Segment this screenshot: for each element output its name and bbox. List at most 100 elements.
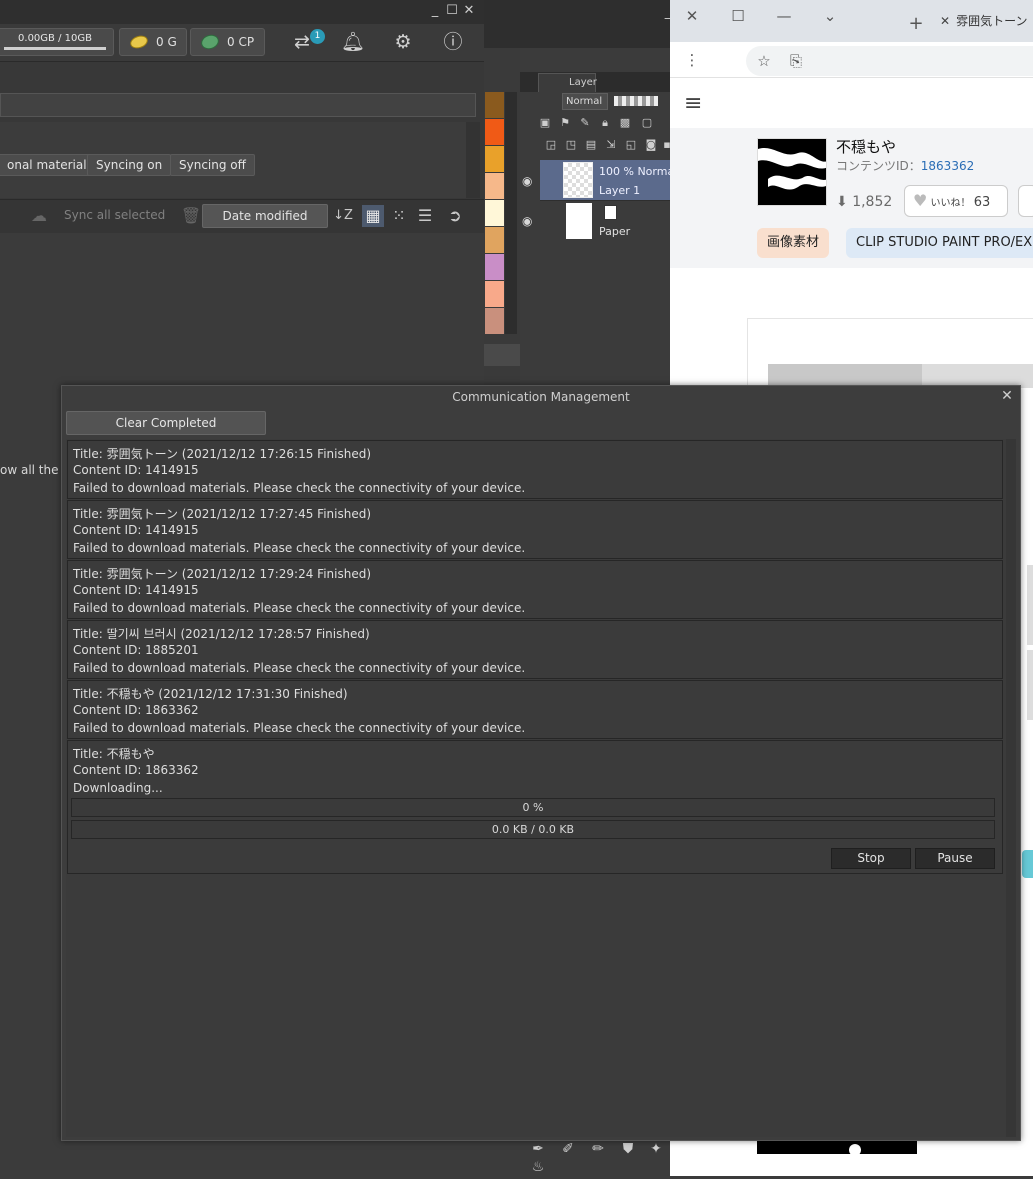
color-swatch[interactable]: [485, 227, 504, 253]
address-bar[interactable]: ☆ ⎘: [746, 46, 1033, 76]
sort-order-icon[interactable]: ↓Z: [332, 205, 354, 227]
clip-icon[interactable]: ▣: [538, 116, 552, 130]
sparkle-icon[interactable]: ✦: [646, 1142, 666, 1156]
sort-dropdown[interactable]: Date modified: [202, 204, 328, 228]
tag-clip-studio[interactable]: CLIP STUDIO PAINT PRO/EX: [846, 228, 1033, 258]
color-swatch[interactable]: [485, 146, 504, 172]
content-id: コンテンツID：1863362: [836, 157, 974, 174]
material-preview-image: [758, 139, 826, 205]
browser-tab[interactable]: ✕ 雰囲気トーン: [940, 12, 1033, 42]
communication-entry: Title: 雰囲気トーン (2021/12/12 17:29:24 Finis…: [67, 560, 1003, 619]
list-view-icon[interactable]: ☰: [414, 205, 436, 227]
menu-dots-icon[interactable]: ⋮: [682, 50, 702, 70]
list-scrollbar[interactable]: [1006, 439, 1016, 1137]
transfer-icon[interactable]: ⇲: [604, 138, 618, 152]
color-swatch[interactable]: [485, 308, 504, 334]
favorite-button[interactable]: [1018, 185, 1033, 217]
filter-chip-syncing-on[interactable]: Syncing on: [87, 154, 172, 176]
clip-points-icon: [199, 32, 221, 52]
tag-image-material[interactable]: 画像素材: [757, 228, 830, 258]
palette-scrollbar[interactable]: [505, 92, 517, 334]
maximize-icon[interactable]: ☐: [728, 6, 748, 26]
close-icon[interactable]: ✕: [682, 6, 702, 26]
filter-scrollbar[interactable]: [466, 122, 480, 198]
color-swatch[interactable]: [485, 281, 504, 307]
star-icon[interactable]: ☆: [754, 51, 774, 71]
entry-content-id: Content ID: 1885201: [73, 643, 199, 657]
hamburger-icon[interactable]: ≡: [684, 93, 706, 115]
search-input[interactable]: [0, 93, 476, 117]
communication-entry: Title: 雰囲気トーン (2021/12/12 17:26:15 Finis…: [67, 440, 1003, 499]
clear-completed-button[interactable]: Clear Completed Communication: [66, 411, 266, 452]
clip-points-balance[interactable]: 0 CP: [190, 28, 265, 56]
entry-status: Failed to download materials. Please che…: [73, 541, 526, 555]
sync-count-badge: 1: [310, 29, 325, 44]
lock-alpha-icon[interactable]: ▩: [618, 116, 632, 130]
storage-text: 0.00GB / 10GB: [18, 33, 92, 44]
entry-status: Failed to download materials. Please che…: [73, 481, 526, 495]
new-tab-icon[interactable]: +: [906, 14, 926, 34]
entry-title: Title: 不穏もや: [73, 747, 155, 761]
gear-icon[interactable]: ⚙: [391, 30, 415, 54]
layer-tools: ▣ ⚑ ✎ 🔒︎ ▩ ▢ ◲ ◳ ▤ ⇲ ◱ ◙ ▪: [520, 112, 671, 160]
small-grid-icon[interactable]: ⁙: [388, 205, 410, 227]
sync-all-selected[interactable]: Sync all selected: [64, 208, 165, 222]
help-icon[interactable]: ⓘ: [441, 30, 465, 54]
combine-icon[interactable]: ◱: [624, 138, 638, 152]
reference-icon[interactable]: ⚑: [558, 116, 572, 130]
forward-circle-icon[interactable]: ➲: [444, 205, 466, 227]
new-raster-layer-icon[interactable]: ◲: [544, 138, 558, 152]
gold-balance[interactable]: 0 G: [119, 28, 187, 56]
mask-icon[interactable]: ▢: [640, 116, 654, 130]
tab-close-icon[interactable]: ✕: [940, 14, 950, 28]
stop-button[interactable]: Stop: [831, 848, 911, 869]
new-folder-icon[interactable]: ▤: [584, 138, 598, 152]
bell-icon[interactable]: 🔔︎: [341, 30, 365, 54]
stamp-icon[interactable]: ⛊: [618, 1142, 638, 1156]
paper-icon: [604, 205, 617, 220]
blend-tool-icon[interactable]: ♨: [528, 1160, 548, 1174]
color-swatch[interactable]: [485, 200, 504, 226]
tab-title: 雰囲気トーン: [956, 14, 1028, 28]
content-id-value[interactable]: 1863362: [921, 159, 974, 173]
cloud-sync-icon[interactable]: ☁: [28, 205, 50, 227]
new-vector-layer-icon[interactable]: ◳: [564, 138, 578, 152]
color-swatch[interactable]: [485, 254, 504, 280]
minimize-icon[interactable]: —: [774, 6, 794, 26]
large-grid-icon[interactable]: ▦: [362, 205, 384, 227]
maximize-icon[interactable]: ☐: [444, 2, 460, 20]
close-icon[interactable]: ✕: [461, 2, 477, 20]
like-label: いいね！: [930, 198, 971, 209]
filter-chip-syncing-off[interactable]: Syncing off: [170, 154, 255, 176]
palette-lower: [484, 1140, 520, 1176]
color-swatch[interactable]: [485, 119, 504, 145]
brush-icon[interactable]: ✒: [528, 1142, 548, 1156]
blend-mode-select[interactable]: Normal: [562, 93, 608, 110]
color-swatch[interactable]: [485, 92, 504, 118]
pause-button[interactable]: Pause: [915, 848, 995, 869]
eye-icon[interactable]: ◉: [522, 174, 532, 188]
opacity-slider[interactable]: [614, 96, 658, 106]
draft-icon[interactable]: ✎: [578, 116, 592, 130]
like-button[interactable]: ♥ いいね！ 63: [904, 185, 1008, 217]
trash-icon[interactable]: 🗑︎: [180, 205, 202, 227]
chevron-down-icon[interactable]: ⌄: [820, 6, 840, 26]
lock-icon[interactable]: 🔒︎: [598, 116, 612, 130]
pen-icon[interactable]: ✐: [558, 1142, 578, 1156]
clip-points-amount: 0 CP: [227, 35, 255, 49]
paper-thumbnail: [566, 203, 592, 239]
eye-icon[interactable]: ◉: [522, 214, 532, 228]
minimize-icon[interactable]: _: [427, 2, 443, 20]
entry-title: Title: 딸기씨 브러시 (2021/12/12 17:28:57 Fini…: [73, 627, 370, 641]
site-info-icon[interactable]: ⎘: [786, 51, 806, 71]
entry-status: Downloading...: [73, 781, 163, 795]
layer-name: Layer 1: [599, 184, 641, 197]
size-bar: 0.0 KB / 0.0 KB: [71, 820, 995, 839]
close-icon[interactable]: ✕: [998, 387, 1016, 405]
layer-mask-icon[interactable]: ◙: [644, 138, 658, 152]
material-thumbnail[interactable]: [757, 138, 827, 206]
color-swatch[interactable]: [485, 173, 504, 199]
pencil-icon[interactable]: ✏: [588, 1142, 608, 1156]
asset-titlebar: _ ☐ ✕: [0, 0, 484, 24]
tab-layer[interactable]: Layer: [538, 73, 597, 92]
